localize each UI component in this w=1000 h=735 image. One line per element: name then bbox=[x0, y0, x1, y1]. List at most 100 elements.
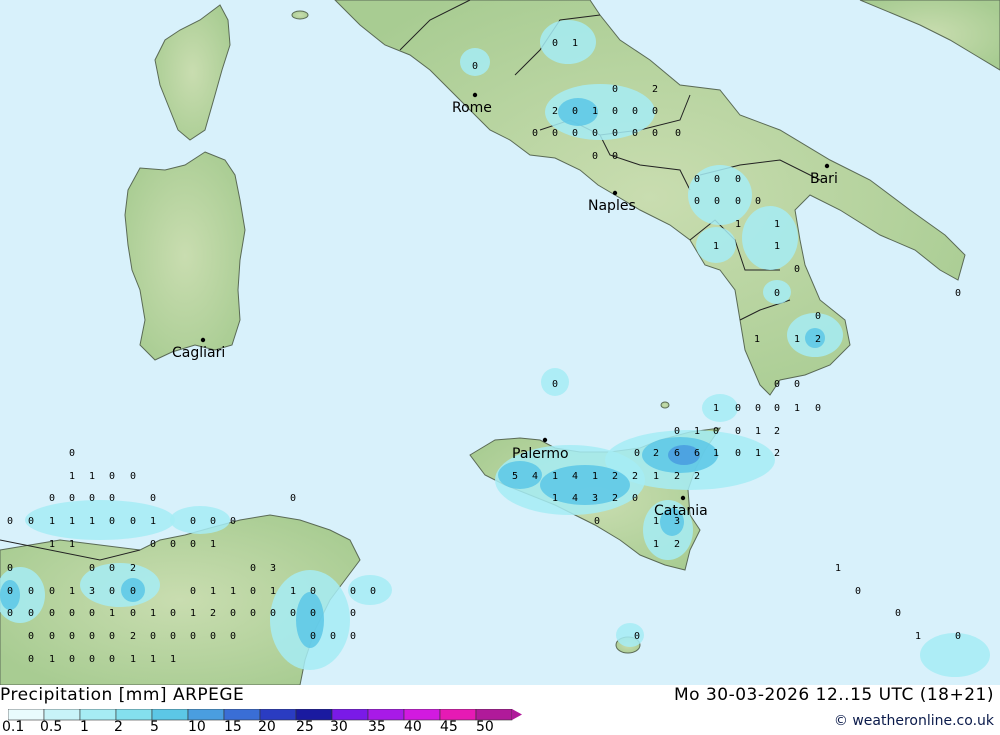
precip-value: 1 bbox=[150, 516, 156, 527]
precip-value: 1 bbox=[552, 471, 558, 482]
precip-value: 0 bbox=[170, 539, 176, 550]
precip-value: 0 bbox=[350, 631, 356, 642]
precip-value: 0 bbox=[89, 654, 95, 665]
precip-value: 0 bbox=[190, 516, 196, 527]
precip-value: 0 bbox=[28, 608, 34, 619]
precip-value: 1 bbox=[774, 241, 780, 252]
precip-value: 0 bbox=[895, 608, 901, 619]
precip-value: 1 bbox=[270, 586, 276, 597]
precip-value: 0 bbox=[612, 151, 618, 162]
precip-value: 2 bbox=[612, 471, 618, 482]
land-island-2 bbox=[660, 401, 670, 409]
precip-value: 0 bbox=[130, 471, 136, 482]
precip-value: 0 bbox=[632, 128, 638, 139]
precip-value: 1 bbox=[713, 448, 719, 459]
precip-value: 2 bbox=[815, 334, 821, 345]
precip-value: 0 bbox=[150, 631, 156, 642]
precip-value: 0 bbox=[109, 471, 115, 482]
precip-value: 0 bbox=[89, 631, 95, 642]
precip-value: 1 bbox=[69, 586, 75, 597]
precip-value: 0 bbox=[69, 654, 75, 665]
precip-value: 1 bbox=[49, 654, 55, 665]
city-marker bbox=[472, 92, 478, 98]
precip-value: 4 bbox=[572, 471, 578, 482]
precip-value: 1 bbox=[572, 38, 578, 49]
precip-value: 2 bbox=[774, 448, 780, 459]
precip-value: 4 bbox=[572, 493, 578, 504]
precip-value: 1 bbox=[653, 539, 659, 550]
precip-value: 3 bbox=[89, 586, 95, 597]
precip-value: 1 bbox=[89, 516, 95, 527]
precip-value: 0 bbox=[955, 631, 961, 642]
precip-value: 2 bbox=[694, 471, 700, 482]
precip-value: 1 bbox=[755, 426, 761, 437]
precip-value: 0 bbox=[552, 38, 558, 49]
precip-value: 0 bbox=[69, 493, 75, 504]
precip-value: 1 bbox=[230, 586, 236, 597]
precip-value: 0 bbox=[49, 608, 55, 619]
precip-value: 0 bbox=[210, 516, 216, 527]
precip-value: 0 bbox=[713, 426, 719, 437]
precip-value: 0 bbox=[755, 403, 761, 414]
precip-value: 0 bbox=[815, 311, 821, 322]
precip-value: 1 bbox=[592, 471, 598, 482]
precip-value: 2 bbox=[774, 426, 780, 437]
precip-value: 6 bbox=[674, 448, 680, 459]
precip-value: 0 bbox=[28, 516, 34, 527]
precip-value: 0 bbox=[350, 586, 356, 597]
precip-value: 0 bbox=[594, 516, 600, 527]
city-label: Naples bbox=[588, 198, 636, 214]
precip-value: 0 bbox=[552, 379, 558, 390]
precip-value: 0 bbox=[612, 128, 618, 139]
precip-value: 4 bbox=[532, 471, 538, 482]
precip-value: 0 bbox=[714, 196, 720, 207]
precip-value: 0 bbox=[7, 586, 13, 597]
precip-value: 0 bbox=[109, 516, 115, 527]
precip-value: 0 bbox=[310, 586, 316, 597]
precip-value: 0 bbox=[572, 128, 578, 139]
precip-value: 0 bbox=[130, 516, 136, 527]
precip-value: 0 bbox=[472, 61, 478, 72]
precip-value: 0 bbox=[49, 586, 55, 597]
precip-value: 5 bbox=[512, 471, 518, 482]
precip-value: 0 bbox=[794, 264, 800, 275]
precip-value: 0 bbox=[612, 106, 618, 117]
city-marker bbox=[542, 437, 548, 443]
precip-value: 1 bbox=[290, 586, 296, 597]
precip-value: 0 bbox=[230, 516, 236, 527]
precip-value: 0 bbox=[230, 608, 236, 619]
precip-value: 0 bbox=[652, 106, 658, 117]
precip-value: 2 bbox=[552, 106, 558, 117]
precip-value: 0 bbox=[250, 563, 256, 574]
precip-value: 0 bbox=[592, 128, 598, 139]
precip-value: 0 bbox=[774, 403, 780, 414]
precip-value: 0 bbox=[190, 631, 196, 642]
map-title: Precipitation [mm] ARPEGE bbox=[0, 685, 245, 705]
precip-value: 0 bbox=[49, 631, 55, 642]
precip-value: 0 bbox=[572, 106, 578, 117]
precip-value: 2 bbox=[652, 84, 658, 95]
city-marker bbox=[200, 337, 206, 343]
city-label: Rome bbox=[452, 100, 492, 116]
precip-value: 1 bbox=[713, 241, 719, 252]
precip-value: 0 bbox=[28, 631, 34, 642]
precip-value: 0 bbox=[674, 426, 680, 437]
precip-value: 1 bbox=[210, 586, 216, 597]
precip-value: 0 bbox=[612, 84, 618, 95]
precip-value: 1 bbox=[190, 608, 196, 619]
precip-value: 0 bbox=[652, 128, 658, 139]
precip-value: 0 bbox=[250, 586, 256, 597]
land-sardinia bbox=[124, 151, 246, 361]
precip-value: 0 bbox=[28, 654, 34, 665]
precip-value: 0 bbox=[150, 493, 156, 504]
credit-link[interactable]: © weatheronline.co.uk bbox=[834, 713, 994, 729]
precip-value: 1 bbox=[69, 516, 75, 527]
precip-value: 0 bbox=[130, 608, 136, 619]
precip-value: 0 bbox=[592, 151, 598, 162]
precip-value: 1 bbox=[592, 106, 598, 117]
precip-value: 0 bbox=[552, 128, 558, 139]
precip-value: 0 bbox=[69, 448, 75, 459]
precip-value: 1 bbox=[130, 654, 136, 665]
precip-value: 2 bbox=[612, 493, 618, 504]
precip-value: 2 bbox=[632, 471, 638, 482]
